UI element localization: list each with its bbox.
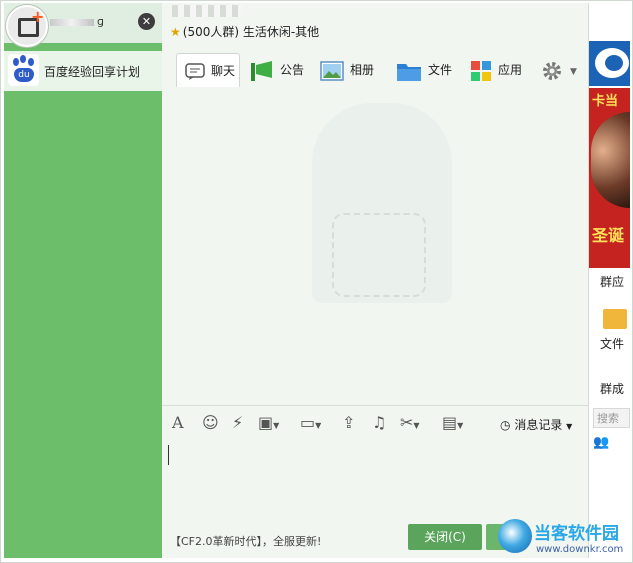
member-avatars[interactable]: 👥 <box>593 435 609 450</box>
folder-icon <box>397 63 421 81</box>
promo-link[interactable]: 【CF2.0革新时代】，全服更新! <box>170 533 321 549</box>
tab-notice-label: 公告 <box>280 63 305 77</box>
baidu-du-mark: du <box>14 68 34 82</box>
gift-icon[interactable]: ▣▼ <box>258 413 279 432</box>
text-cursor[interactable] <box>168 445 169 465</box>
folder-icon[interactable] <box>603 309 627 329</box>
close-icon[interactable]: ✕ <box>138 13 155 30</box>
image-icon[interactable]: ▭▼ <box>300 413 321 432</box>
clock-icon: ◷ <box>500 418 511 432</box>
star-icon: ★ <box>170 25 181 39</box>
chevron-down-icon: ▼ <box>566 422 573 431</box>
tab-files-label: 文件 <box>428 63 453 77</box>
ad-photo <box>591 112 630 208</box>
tab-files[interactable]: 文件 <box>396 53 452 87</box>
ad-banner-blue[interactable] <box>589 41 630 86</box>
ad-top-text: 卡当 <box>592 94 619 109</box>
user-name-suffix: ɡ <box>97 15 104 28</box>
font-icon[interactable]: A <box>172 413 184 432</box>
tab-apps-label: 应用 <box>498 63 523 77</box>
member-search-input[interactable]: 搜索 <box>593 408 630 428</box>
file-label[interactable]: 文件 <box>600 335 624 352</box>
settings-button[interactable]: ▼ <box>540 53 577 87</box>
magic-wand-icon[interactable]: ⚡ <box>232 413 243 432</box>
watermark-url: www.downkr.com <box>536 544 624 555</box>
user-avatar[interactable]: + <box>6 5 48 47</box>
sidebar-item-baidu[interactable]: du 百度经验回享计划 <box>4 51 162 91</box>
emoji-icon[interactable]: ☺ <box>202 413 219 432</box>
right-panel: 卡当 圣诞 群应 文件 群成 搜索 👥 <box>588 3 630 558</box>
sidebar-header: + ɡ ✕ <box>4 3 162 47</box>
baidu-logo-icon: du <box>8 54 39 86</box>
chat-window: ★ (500人群) 生活休闲-其他 聊天 公告 相册 文件 应用 ▼ A ☺ ⚡ … <box>162 3 588 558</box>
chevron-down-icon: ▼ <box>570 67 577 77</box>
group-info-text: (500人群) 生活休闲-其他 <box>182 25 320 39</box>
scissors-icon[interactable]: ✂▼ <box>400 413 420 432</box>
user-name: ɡ <box>50 15 104 28</box>
gear-icon <box>543 61 561 80</box>
blurred-group-name <box>172 5 242 17</box>
ad-mid-text: 圣诞 <box>592 226 625 245</box>
tab-album-label: 相册 <box>350 63 375 77</box>
input-toolbar: A ☺ ⚡ ▣▼ ▭▼ ⇪ ♫ ✂▼ ▤▼ ◷ 消息记录 ▼ <box>162 410 588 436</box>
group-members-label: 群成 <box>600 382 625 396</box>
tab-apps[interactable]: 应用 <box>470 53 522 87</box>
history-button[interactable]: ◷ 消息记录 ▼ <box>500 416 572 433</box>
plus-icon: + <box>31 7 45 26</box>
tab-notice[interactable]: 公告 <box>250 53 304 87</box>
conversation-sidebar: + ɡ ✕ du 百度经验回享计划 <box>4 3 162 558</box>
blurred-name <box>50 18 94 26</box>
music-icon[interactable]: ♫ <box>372 413 386 432</box>
tab-chat[interactable]: 聊天 <box>176 53 240 87</box>
tab-chat-label: 聊天 <box>211 64 236 78</box>
history-label: 消息记录 <box>514 418 563 432</box>
background-pattern <box>332 213 426 297</box>
chat-tabs: 聊天 公告 相册 文件 应用 ▼ <box>168 53 588 87</box>
ad-banner-red[interactable]: 卡当 圣诞 <box>589 88 630 268</box>
tab-album[interactable]: 相册 <box>320 53 374 87</box>
megaphone-icon <box>251 60 272 81</box>
upload-icon[interactable]: ⇪ <box>342 413 355 432</box>
close-button[interactable]: 关闭(C) <box>408 524 482 550</box>
group-info: ★ (500人群) 生活休闲-其他 <box>170 23 319 40</box>
input-divider <box>162 405 588 406</box>
photo-icon <box>320 60 344 81</box>
apps-grid-icon <box>471 60 491 81</box>
eye-pupil <box>605 55 623 71</box>
watermark-logo-icon <box>498 519 532 553</box>
watermark: 当客软件园 www.downkr.com <box>498 517 630 561</box>
screenshot-icon[interactable]: ▤▼ <box>442 413 463 432</box>
watermark-title: 当客软件园 <box>534 524 619 544</box>
group-apps-label: 群应 <box>600 275 625 289</box>
chat-bubble-icon <box>185 62 205 80</box>
sidebar-item-label: 百度经验回享计划 <box>44 65 141 79</box>
